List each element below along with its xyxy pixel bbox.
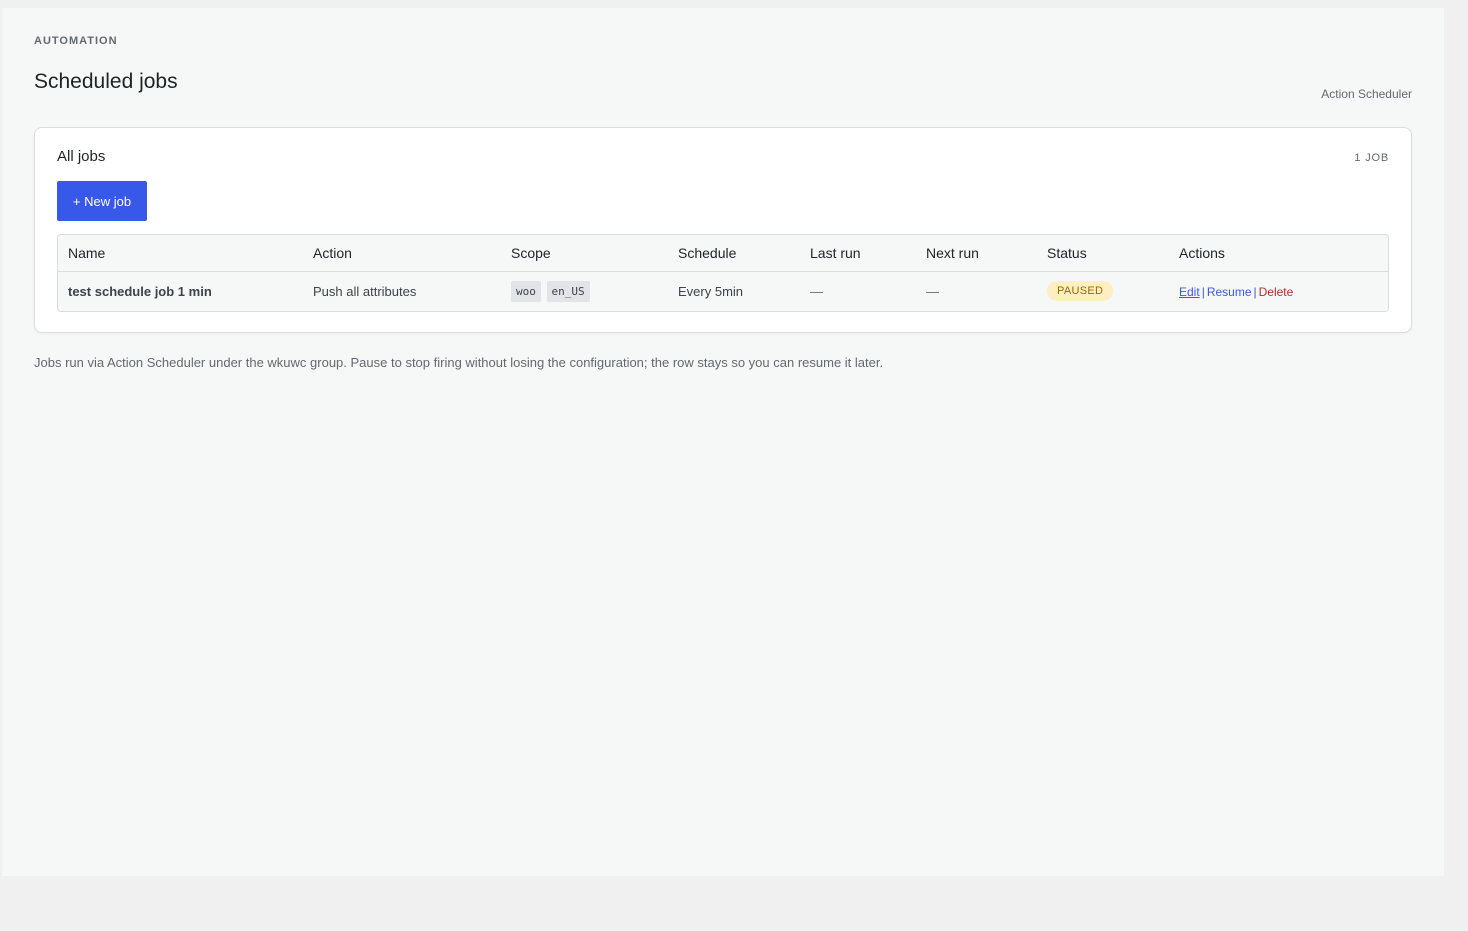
page-title: Scheduled jobs xyxy=(34,70,178,93)
table-row: test schedule job 1 min Push all attribu… xyxy=(58,271,1388,311)
jobs-table-wrapper: Name Action Scope Schedule Last run Next… xyxy=(57,234,1389,312)
jobs-table: Name Action Scope Schedule Last run Next… xyxy=(58,235,1388,311)
column-header-last-run: Last run xyxy=(800,235,916,272)
section-eyebrow: AUTOMATION xyxy=(34,35,118,47)
table-header-row: Name Action Scope Schedule Last run Next… xyxy=(58,235,1388,272)
scope-chip: woo xyxy=(511,280,541,302)
action-separator: | xyxy=(1253,284,1257,299)
job-action: Push all attributes xyxy=(313,283,417,299)
action-separator: | xyxy=(1201,284,1205,299)
job-name: test schedule job 1 min xyxy=(68,283,212,299)
action-scheduler-link[interactable]: Action Scheduler xyxy=(1321,87,1412,101)
delete-link[interactable]: Delete xyxy=(1259,285,1294,299)
resume-link[interactable]: Resume xyxy=(1207,285,1252,299)
job-schedule: Every 5min xyxy=(678,283,744,299)
column-header-schedule: Schedule xyxy=(668,235,800,272)
column-header-name: Name xyxy=(58,235,303,272)
job-actions: Edit | Resume | Delete xyxy=(1169,271,1388,311)
page-background: AUTOMATION Scheduled jobs Action Schedul… xyxy=(2,8,1444,876)
column-header-next-run: Next run xyxy=(916,235,1037,272)
column-header-status: Status xyxy=(1037,235,1169,272)
status-badge: PAUSED xyxy=(1047,281,1114,302)
help-text: Jobs run via Action Scheduler under the … xyxy=(34,355,884,370)
new-job-button[interactable]: + New job xyxy=(57,181,147,221)
card-title: All jobs xyxy=(57,148,106,165)
scope-chip: en_US xyxy=(546,280,590,302)
column-header-actions: Actions xyxy=(1169,235,1388,272)
job-next-run: — xyxy=(926,283,939,299)
job-scope: woo en_US xyxy=(501,271,668,311)
job-last-run: — xyxy=(810,283,823,299)
job-status: PAUSED xyxy=(1037,271,1169,311)
jobs-card: All jobs 1 JOB + New job Name Action Sco… xyxy=(34,127,1412,333)
column-header-scope: Scope xyxy=(501,235,668,272)
edit-link[interactable]: Edit xyxy=(1179,285,1200,299)
column-header-action: Action xyxy=(303,235,501,272)
job-count: 1 JOB xyxy=(1354,152,1389,164)
